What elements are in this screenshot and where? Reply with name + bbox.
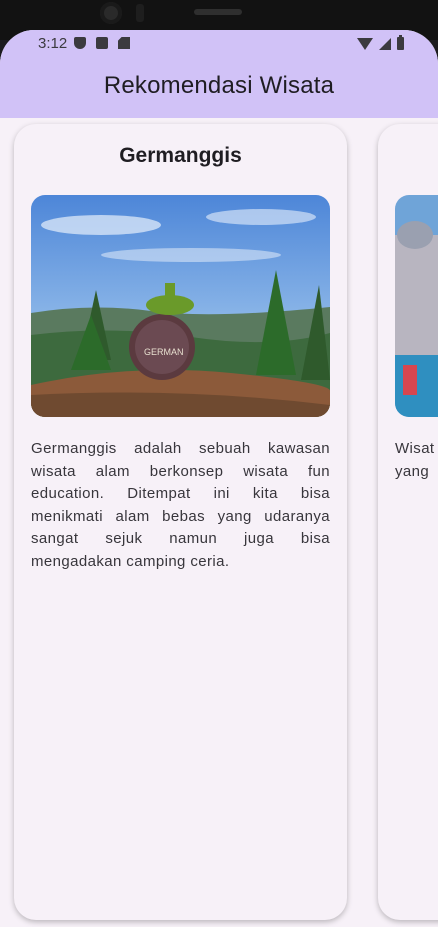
destination-photo xyxy=(395,195,438,417)
card-description: Germanggis adalah sebuah kawasan wisata … xyxy=(31,440,330,570)
status-icons-left xyxy=(74,37,130,49)
destination-card[interactable]: Germanggis GERMAN Germanggis adalah sebu… xyxy=(14,124,347,920)
sd-card-icon xyxy=(118,37,130,49)
camera-icon xyxy=(100,2,122,24)
screen: 3:12 Rekomendasi Wisata Germanggis GERMA… xyxy=(0,30,438,927)
app-title: Rekomendasi Wisata xyxy=(103,72,335,99)
status-time: 3:12 xyxy=(38,35,68,52)
battery-icon xyxy=(397,35,404,50)
card-title: Germanggis xyxy=(119,144,242,167)
speaker-grille xyxy=(194,9,242,15)
sensor xyxy=(136,4,144,22)
svg-text:GERMAN: GERMAN xyxy=(144,347,184,357)
app-bar: 3:12 Rekomendasi Wisata xyxy=(0,30,438,118)
wifi-icon xyxy=(357,37,373,50)
destination-photo: GERMAN xyxy=(31,195,330,417)
status-icons-right xyxy=(357,35,404,50)
signal-icon xyxy=(379,37,391,50)
card-description: Wisat yang xyxy=(395,440,435,480)
destination-card[interactable]: Wisat yang xyxy=(378,124,438,920)
shield-icon xyxy=(74,37,86,49)
a-icon xyxy=(96,37,108,49)
